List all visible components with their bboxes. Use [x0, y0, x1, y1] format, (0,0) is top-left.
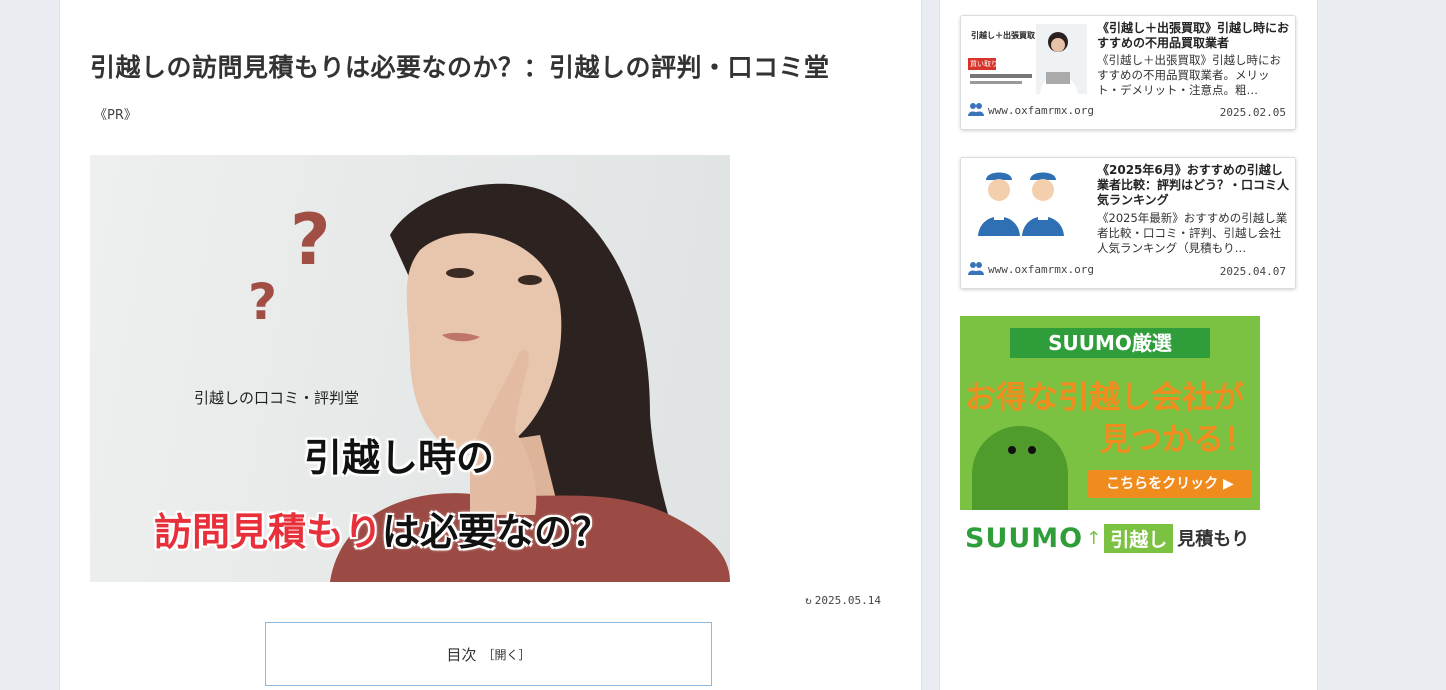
hero-title-highlight: 訪問見積もり [154, 510, 383, 554]
people-icon [968, 102, 984, 119]
ad-headline-1: お得な引越し会社が [965, 380, 1244, 416]
card-thumbnail: 引越し＋出張買取 買い取り [968, 24, 1087, 94]
card-thumbnail [968, 166, 1087, 236]
hero-image: ? ? 引越しの口コミ・評判堂 引越し時の 訪問見積もりは必要なの？ [90, 155, 730, 582]
card-site-text: www.oxfamrmx.org [988, 263, 1094, 276]
card-site: www.oxfamrmx.org [968, 261, 1094, 278]
toc-toggle[interactable]: ［開く］ [483, 646, 531, 663]
suumo-ad-banner[interactable]: SUUMO厳選 お得な引越し会社が 見つかる！ こちらをクリック ▶ SUUMO… [960, 316, 1260, 566]
question-mark-large: ? [290, 199, 331, 281]
ad-brand-suffix: 見積もり [1177, 529, 1250, 550]
related-article-card[interactable]: 引越し＋出張買取 買い取り 《引越し＋出張買取》引越し時におすすめの不用品買取業… [960, 15, 1296, 130]
update-icon: ↻ [805, 594, 812, 607]
question-mark-small: ? [248, 273, 278, 331]
ad-badge: SUUMO厳選 [1010, 328, 1210, 358]
ad-headline-2: 見つかる！ [1100, 422, 1255, 458]
toc-label: 目次 [446, 645, 477, 664]
movers-illustration [978, 172, 1064, 236]
hero-title-line1: 引越し時の [304, 436, 495, 480]
card-title[interactable]: 《引越し＋出張買取》引越し時におすすめの不用品買取業者 [1097, 21, 1291, 51]
card-site: www.oxfamrmx.org [968, 102, 1094, 119]
pr-label: 《PR》 [94, 108, 137, 123]
ad-badge-text: SUUMO厳選 [1048, 331, 1172, 355]
updated-date: ↻ 2025.05.14 [805, 594, 881, 607]
hero-title-line2: 訪問見積もりは必要なの？ [154, 501, 610, 556]
hero-subtitle: 引越しの口コミ・評判堂 [194, 389, 360, 407]
ad-cta-label: こちらをクリック [1106, 476, 1219, 492]
sidebar: 引越し＋出張買取 買い取り 《引越し＋出張買取》引越し時におすすめの不用品買取業… [939, 0, 1318, 690]
ad-cta-button[interactable]: こちらをクリック ▶ [1088, 470, 1252, 498]
ad-brand-row: SUUMO ↑ 引越し 見積もり [965, 518, 1260, 558]
related-article-card[interactable]: 《2025年6月》おすすめの引越し業者比較：評判はどう？・口コミ人気ランキング … [960, 157, 1296, 289]
people-icon [968, 261, 984, 278]
card-date: 2025.02.05 [1219, 106, 1286, 119]
card-title[interactable]: 《2025年6月》おすすめの引越し業者比較：評判はどう？・口コミ人気ランキング [1097, 163, 1291, 208]
thumb-tag: 買い取り [970, 60, 998, 68]
thumb-title: 引越し＋出張買取 [971, 31, 1035, 40]
card-site-text: www.oxfamrmx.org [988, 104, 1094, 117]
card-description: 《2025年最新》おすすめの引越し業者比較・口コミ・評判、引越し会社人気ランキン… [1097, 211, 1288, 255]
suumo-logo: SUUMO [965, 522, 1084, 554]
main-column: 引越しの訪問見積もりは必要なのか？：引越しの評判・口コミ堂 《PR》 ? ? 引… [59, 0, 922, 690]
table-of-contents[interactable]: 目次 ［開く］ [265, 622, 712, 686]
up-arrow-icon: ↑ [1086, 527, 1102, 549]
card-description: 《引越し＋出張買取》引越し時におすすめの不用品買取業者。メリット・デメリット・注… [1097, 53, 1281, 97]
hero-title-rest: は必要なの？ [382, 510, 611, 554]
play-arrow-icon: ▶ [1218, 476, 1234, 492]
updated-date-text: 2025.05.14 [814, 594, 881, 607]
card-date: 2025.04.07 [1219, 265, 1286, 278]
ad-brand-tag: 引越し [1104, 523, 1174, 553]
article-title: 引越しの訪問見積もりは必要なのか？：引越しの評判・口コミ堂 [90, 53, 830, 82]
